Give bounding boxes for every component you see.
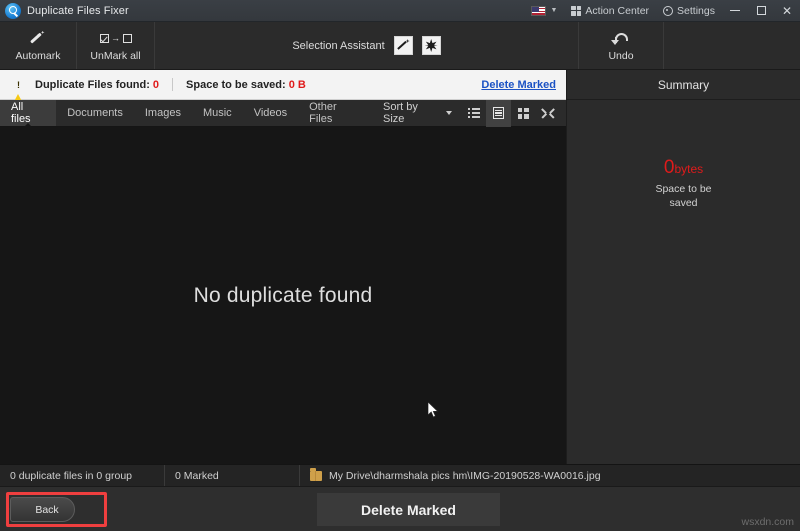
summary-value: 0bytes (664, 158, 703, 177)
expand-view-button[interactable] (535, 100, 560, 127)
tab-videos[interactable]: Videos (243, 100, 298, 126)
results-content-area: No duplicate found (0, 127, 566, 464)
selection-assistant-label: Selection Assistant (292, 40, 384, 52)
space-saved-label: Space to be saved: (186, 79, 286, 91)
magic-wand-icon (397, 39, 410, 52)
app-title: Duplicate Files Fixer (27, 5, 129, 17)
asterisk-star-icon (425, 39, 438, 52)
sort-by-label: Sort by Size (383, 101, 441, 125)
maximize-icon (757, 6, 766, 15)
action-center-button[interactable]: Action Center (564, 0, 656, 21)
close-button[interactable]: ✕ (774, 0, 800, 22)
unmark-all-label: UnMark all (90, 50, 140, 62)
unmark-icon: → (100, 30, 132, 47)
tab-documents[interactable]: Documents (56, 100, 134, 126)
undo-label: Undo (608, 50, 633, 62)
divider (172, 78, 173, 91)
status-path: My Drive\dharmshala pics hm\IMG-20190528… (329, 470, 601, 482)
unmark-all-button[interactable]: → UnMark all (77, 22, 155, 69)
summary-panel: Summary 0bytes Space to be saved (566, 70, 800, 464)
automark-button[interactable]: Automark (0, 22, 77, 69)
minimize-button[interactable] (722, 0, 748, 22)
tab-music[interactable]: Music (192, 100, 243, 126)
action-center-label: Action Center (585, 5, 649, 17)
empty-state-message: No duplicate found (194, 284, 373, 308)
title-bar: Duplicate Files Fixer ▼ Action Center Se… (0, 0, 800, 22)
watermark: wsxdn.com (741, 516, 794, 528)
gear-icon (663, 6, 673, 16)
summary-body: 0bytes Space to be saved (567, 100, 800, 464)
magnifier-circle-icon (5, 3, 21, 19)
undo-button[interactable]: Undo (579, 22, 664, 69)
chevron-down-icon (446, 111, 452, 115)
maximize-button[interactable] (748, 0, 774, 22)
sort-by-dropdown[interactable]: Sort by Size (373, 101, 462, 125)
toolbar-spacer (664, 22, 800, 69)
list-view-button[interactable] (462, 100, 487, 127)
status-path-cell: My Drive\dharmshala pics hm\IMG-20190528… (300, 465, 800, 486)
mouse-cursor (428, 402, 439, 418)
status-groups: 0 duplicate files in 0 group (0, 465, 165, 486)
duplicates-found-label: Duplicate Files found: (35, 79, 150, 91)
body-area: ! Duplicate Files found: 0 Space to be s… (0, 70, 800, 464)
settings-label: Settings (677, 5, 715, 17)
magic-wand-icon (30, 30, 46, 47)
selection-assistant-star-button[interactable] (422, 36, 441, 55)
selection-assistant-wand-button[interactable] (394, 36, 413, 55)
tab-images[interactable]: Images (134, 100, 192, 126)
bottom-action-bar: Back Delete Marked wsxdn.com (0, 486, 800, 531)
grid-view-icon (518, 108, 529, 119)
delete-marked-link[interactable]: Delete Marked (481, 79, 556, 91)
view-controls: Sort by Size (373, 100, 566, 126)
us-flag-icon (531, 6, 546, 16)
status-bar: 0 duplicate files in 0 group 0 Marked My… (0, 464, 800, 486)
duplicates-found-count: 0 (153, 79, 159, 91)
results-info-bar: ! Duplicate Files found: 0 Space to be s… (0, 70, 566, 100)
summary-caption: Space to be saved (649, 182, 719, 210)
summary-value-number: 0 (664, 157, 675, 178)
automark-label: Automark (16, 50, 61, 62)
expand-view-icon (542, 107, 554, 119)
undo-icon (613, 30, 630, 47)
tab-all-files[interactable]: All files (0, 100, 56, 126)
status-marked: 0 Marked (165, 465, 300, 486)
summary-heading: Summary (567, 70, 800, 100)
settings-button[interactable]: Settings (656, 0, 722, 21)
grid-view-button[interactable] (511, 100, 536, 127)
left-pane: ! Duplicate Files found: 0 Space to be s… (0, 70, 566, 464)
language-selector[interactable]: ▼ (524, 0, 564, 21)
detail-view-button[interactable] (486, 100, 511, 127)
delete-marked-button[interactable]: Delete Marked (317, 493, 500, 526)
tab-other-files[interactable]: Other Files (298, 100, 373, 126)
space-saved-value: 0 B (289, 79, 306, 91)
summary-value-unit: bytes (674, 162, 703, 176)
folder-icon (310, 471, 322, 481)
warning-icon: ! (10, 77, 27, 92)
back-button[interactable]: Back (10, 497, 75, 522)
detail-view-icon (493, 107, 504, 119)
chevron-down-icon: ▼ (550, 7, 557, 14)
selection-assistant-group: Selection Assistant (155, 22, 579, 69)
minimize-icon (730, 10, 740, 11)
list-view-icon (468, 108, 480, 118)
main-toolbar: Automark → UnMark all Selection Assistan… (0, 22, 800, 70)
title-bar-controls: ▼ Action Center Settings ✕ (524, 0, 800, 21)
grid-icon (571, 6, 581, 16)
app-window: Duplicate Files Fixer ▼ Action Center Se… (0, 0, 800, 531)
filter-tab-bar: All files Documents Images Music Videos … (0, 100, 566, 127)
